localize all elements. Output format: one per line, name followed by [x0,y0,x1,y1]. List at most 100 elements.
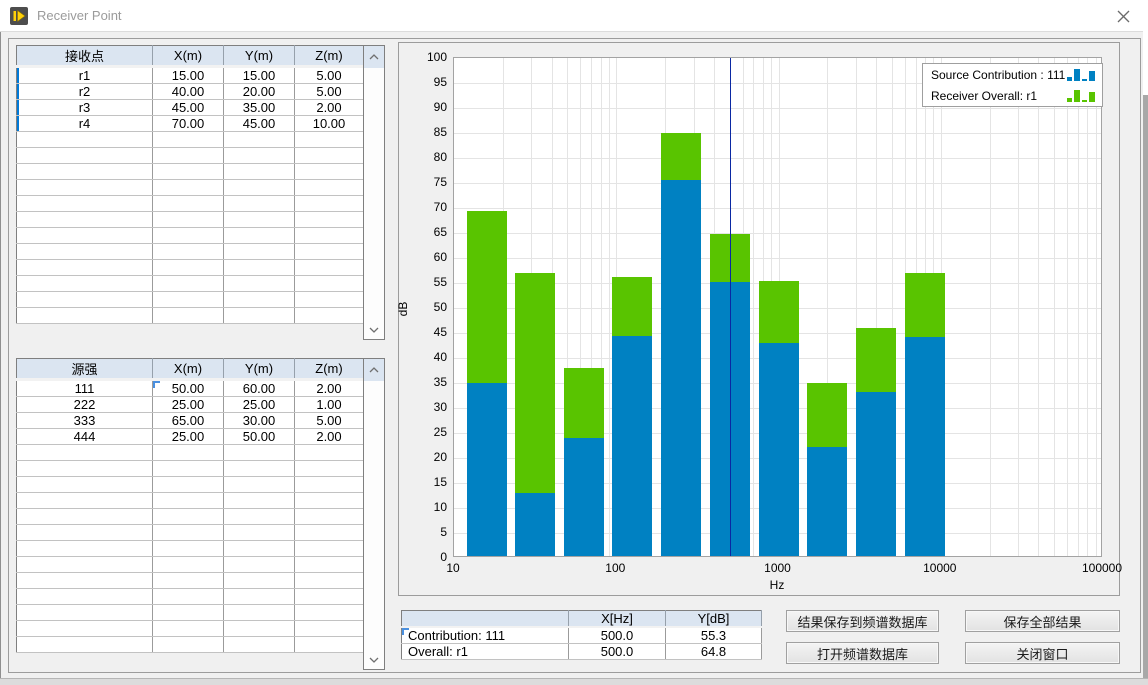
table-cell[interactable] [295,493,364,509]
table-cell[interactable] [295,308,364,324]
table-cell[interactable] [295,196,364,212]
table-cell[interactable]: 500.0 [569,644,666,660]
table-cell[interactable] [295,621,364,637]
table-cell[interactable] [17,260,153,276]
table-cell[interactable] [17,244,153,260]
table-cell[interactable] [295,605,364,621]
scroll-down-icon[interactable] [364,652,384,668]
table-cell[interactable]: 60.00 [224,380,295,397]
table-cell[interactable] [17,605,153,621]
table-cell[interactable]: 25.00 [224,397,295,413]
table-cell[interactable] [224,244,295,260]
table-cell[interactable]: 15.00 [153,67,224,84]
table-cell[interactable] [153,573,224,589]
table-cell[interactable]: 25.00 [153,397,224,413]
table-cell[interactable]: 50.00 [224,429,295,445]
table-cell[interactable]: Contribution: 111 [402,627,569,644]
table-cell[interactable] [224,132,295,148]
table-cell[interactable] [295,589,364,605]
table-cell[interactable]: 40.00 [153,84,224,100]
table-cell[interactable]: 20.00 [224,84,295,100]
table-cell[interactable] [295,276,364,292]
close-window-button[interactable]: 关闭窗口 [965,642,1120,664]
table-cell[interactable] [153,180,224,196]
table-cell[interactable]: 111 [17,380,153,397]
table-cell[interactable] [153,589,224,605]
table-cell[interactable] [224,212,295,228]
legend-entry-overall[interactable]: Receiver Overall: r1 [923,85,1102,106]
table-cell[interactable] [224,196,295,212]
cursor-line[interactable] [730,58,731,556]
table-cell[interactable] [153,557,224,573]
table-cell[interactable] [17,541,153,557]
table-cell[interactable] [224,164,295,180]
source-table-scrollbar[interactable] [363,358,385,670]
cursor-readout-table[interactable]: X[Hz]Y[dB]Contribution: 111500.055.3Over… [401,610,762,660]
table-cell[interactable] [17,509,153,525]
table-cell[interactable] [224,477,295,493]
save-results-to-spectrum-db-button[interactable]: 结果保存到频谱数据库 [786,610,939,632]
table-cell[interactable] [224,461,295,477]
table-cell[interactable] [153,637,224,653]
table-cell[interactable] [295,228,364,244]
table-cell[interactable] [224,573,295,589]
table-cell[interactable] [295,180,364,196]
table-cell[interactable]: 50.00 [153,380,224,397]
table-cell[interactable] [224,589,295,605]
table-cell[interactable] [153,292,224,308]
table-cell[interactable]: r3 [17,100,153,116]
table-cell[interactable] [295,445,364,461]
table-cell[interactable] [295,573,364,589]
table-cell[interactable]: 30.00 [224,413,295,429]
table-cell[interactable] [17,493,153,509]
table-cell[interactable] [17,461,153,477]
table-cell[interactable] [153,509,224,525]
table-cell[interactable] [17,148,153,164]
table-cell[interactable] [17,276,153,292]
table-cell[interactable] [153,260,224,276]
table-cell[interactable]: 5.00 [295,84,364,100]
table-cell[interactable] [153,493,224,509]
table-cell[interactable] [17,196,153,212]
table-cell[interactable] [17,573,153,589]
legend-entry-contribution[interactable]: Source Contribution : 111 [923,64,1102,85]
table-cell[interactable] [153,605,224,621]
table-cell[interactable] [295,260,364,276]
table-cell[interactable]: 64.8 [666,644,762,660]
table-cell[interactable] [17,445,153,461]
table-cell[interactable] [224,525,295,541]
table-cell[interactable] [153,196,224,212]
table-cell[interactable]: 444 [17,429,153,445]
table-cell[interactable] [224,605,295,621]
table-cell[interactable] [224,292,295,308]
table-cell[interactable] [224,180,295,196]
scroll-up-icon[interactable] [364,46,384,68]
table-cell[interactable]: 45.00 [224,116,295,132]
table-cell[interactable] [153,477,224,493]
table-cell[interactable] [224,276,295,292]
table-cell[interactable]: 45.00 [153,100,224,116]
table-cell[interactable] [224,541,295,557]
table-cell[interactable] [153,212,224,228]
table-cell[interactable]: 5.00 [295,67,364,84]
table-cell[interactable]: r2 [17,84,153,100]
table-cell[interactable] [153,525,224,541]
scroll-down-icon[interactable] [364,322,384,338]
table-cell[interactable]: 70.00 [153,116,224,132]
table-cell[interactable] [153,541,224,557]
table-cell[interactable] [153,621,224,637]
table-cell[interactable] [17,164,153,180]
table-cell[interactable] [17,180,153,196]
receiver-table-scrollbar[interactable] [363,45,385,340]
receiver-point-table[interactable]: 接收点X(m)Y(m)Z(m)r115.0015.005.00r240.0020… [16,45,364,324]
table-cell[interactable] [295,148,364,164]
table-cell[interactable] [295,477,364,493]
table-cell[interactable] [295,164,364,180]
table-cell[interactable] [295,244,364,260]
table-cell[interactable]: 2.00 [295,429,364,445]
close-button[interactable] [1103,0,1143,32]
table-cell[interactable] [17,308,153,324]
table-cell[interactable] [295,132,364,148]
table-cell[interactable] [295,212,364,228]
table-cell[interactable] [224,308,295,324]
